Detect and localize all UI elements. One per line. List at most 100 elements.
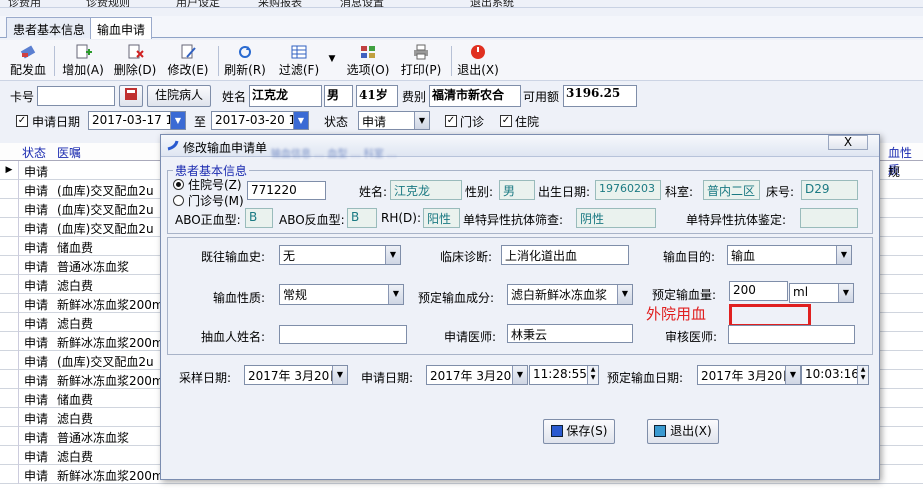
outpatient-checkbox[interactable]: ✓ [445, 115, 457, 127]
patient-number-input[interactable]: 771220 [247, 181, 326, 200]
name-label: 姓名: [359, 185, 388, 199]
column-order-header[interactable]: 医嘱 [57, 144, 81, 161]
abo-reverse-label: ABO反血型: [279, 213, 345, 227]
status-select[interactable]: 申请 ▼ [358, 111, 430, 130]
date-filter-row: ✓ 申请日期 2017-03-17 13 ▼ 至 2017-03-20 13 ▼ 状… [0, 110, 923, 132]
spinner-arrows-icon[interactable]: ▲ ▼ [857, 366, 868, 384]
diagnosis-label: 临床诊断: [440, 250, 493, 264]
inpatient-checkbox[interactable]: ✓ [500, 115, 512, 127]
row-status: 申请 [24, 241, 49, 255]
outpatient-no-radio[interactable] [173, 195, 184, 206]
spinner-arrows-icon[interactable]: ▲ ▼ [587, 366, 598, 384]
apply-date-picker[interactable]: 2017年 3月20日 ▼ [426, 365, 528, 385]
tab-transfusion-request[interactable]: 输血申请 [90, 17, 153, 39]
save-button[interactable]: 保存(S) [543, 419, 615, 444]
column-status-header[interactable]: 状态 [22, 144, 46, 161]
row-status: 申请 [24, 374, 49, 388]
tab-patient-info[interactable]: 患者基本信息 [6, 17, 93, 38]
apply-time-spinner[interactable]: 11:28:55 ▲ ▼ [529, 365, 599, 385]
dropdown-arrow-icon[interactable]: ▼ [388, 285, 403, 304]
row-order-name: 滤白费 [57, 412, 94, 426]
history-label: 既往输血史: [201, 250, 266, 264]
exit-button[interactable]: 退出(X) [456, 42, 500, 79]
row-status: 申请 [24, 165, 49, 179]
row-status: 申请 [24, 469, 49, 483]
drawer-input[interactable] [279, 325, 407, 344]
patient-age-field: 41岁 [356, 85, 398, 107]
purpose-label: 输血目的: [663, 250, 716, 264]
row-order-name: (血库)交叉配血2u [57, 355, 154, 369]
filter-grid-icon [291, 45, 307, 59]
inpatient-no-radio[interactable] [173, 179, 184, 190]
menu-item[interactable]: 用户设定 [176, 0, 220, 7]
plan-date-picker[interactable]: 2017年 3月20日 ▼ [697, 365, 801, 385]
apply-date-checkbox[interactable]: ✓ [16, 115, 28, 127]
rh-field: 阳性 [423, 208, 460, 228]
refresh-button[interactable]: 刷新(R) [222, 42, 268, 79]
component-select[interactable]: 滤白新鲜冰冻血浆 ▼ [507, 284, 633, 305]
nature-select[interactable]: 常规 ▼ [279, 284, 404, 305]
reviewer-input[interactable] [728, 325, 855, 344]
menu-item[interactable]: 诊费用 [8, 0, 41, 7]
row-indicator [0, 294, 19, 313]
dropdown-arrow-icon[interactable]: ▼ [838, 284, 853, 302]
unit-select[interactable]: ml ▼ [789, 283, 854, 303]
purpose-select[interactable]: 输血 ▼ [727, 245, 852, 265]
menu-item[interactable]: 退出系统 [470, 0, 514, 7]
filter-dropdown-arrow[interactable]: ▼ [326, 42, 338, 79]
sample-date-picker[interactable]: 2017年 3月20日 ▼ [244, 365, 348, 385]
row-order-name: 新鲜冰冻血浆200ml [57, 374, 162, 388]
close-button[interactable]: X [828, 135, 868, 150]
dropdown-arrow-icon[interactable]: ▼ [836, 246, 851, 264]
print-button[interactable]: 打印(P) [397, 42, 445, 79]
amount-label: 预定输血量: [652, 288, 717, 302]
name-label: 姓名 [222, 90, 247, 104]
row-indicator [0, 275, 19, 294]
row-indicator [0, 180, 19, 199]
filter-button[interactable]: 过滤(F) [275, 42, 323, 79]
date-to-picker[interactable]: 2017-03-20 13 ▼ [211, 111, 309, 130]
row-order-name: 滤白费 [57, 317, 94, 331]
row-order-name: 滤白费 [57, 450, 94, 464]
dialog-exit-button[interactable]: 退出(X) [647, 419, 719, 444]
dropdown-arrow-icon[interactable]: ▼ [785, 366, 800, 384]
blurred-background-text: 输血信息 … 血型 … 科室 … [271, 149, 397, 160]
row-status: 申请 [24, 317, 49, 331]
diagnosis-input[interactable]: 上消化道出血 [501, 245, 629, 265]
menu-item[interactable]: 诊费规则 [86, 0, 130, 7]
dropdown-arrow-icon[interactable]: ▼ [293, 112, 308, 129]
card-number-input[interactable] [37, 86, 115, 106]
status-label: 状态 [324, 115, 349, 129]
card-reader-button[interactable] [119, 85, 143, 107]
row-order-name: 新鲜冰冻血浆200ml [57, 298, 162, 312]
rh-label: RH(D): [381, 211, 422, 225]
row-order-name: 新鲜冰冻血浆200ml [57, 469, 162, 483]
plan-time-spinner[interactable]: 10:03:16 ▲ ▼ [801, 365, 869, 385]
dropdown-arrow-icon[interactable]: ▼ [332, 366, 347, 384]
options-button[interactable]: 选项(O) [344, 42, 392, 79]
doctor-input[interactable]: 林秉云 [507, 324, 633, 343]
dropdown-arrow-icon[interactable]: ▼ [617, 285, 632, 304]
history-select[interactable]: 无 ▼ [279, 245, 401, 265]
edit-button[interactable]: 修改(E) [165, 42, 211, 79]
row-indicator: ▶ [0, 161, 19, 180]
options-grid-icon [361, 46, 375, 58]
card-reader-icon [125, 88, 137, 100]
dispense-blood-button[interactable]: 配发血 [8, 42, 48, 79]
antibody-screen-field: 阴性 [576, 208, 656, 228]
menu-item[interactable]: 采购报表 [258, 0, 302, 7]
dropdown-arrow-icon[interactable]: ▼ [512, 366, 527, 384]
add-button[interactable]: 增加(A) [60, 42, 106, 79]
dropdown-arrow-icon[interactable]: ▼ [385, 246, 400, 264]
bed-field: D29 [801, 180, 858, 200]
inpatient-button[interactable]: 住院病人 [147, 85, 211, 107]
delete-button[interactable]: 删除(D) [112, 42, 158, 79]
dropdown-arrow-icon[interactable]: ▼ [414, 112, 429, 129]
menu-item[interactable]: 消息设置 [340, 0, 384, 7]
row-indicator [0, 389, 19, 408]
dropdown-arrow-icon[interactable]: ▼ [170, 112, 185, 129]
amount-input[interactable]: 200 [729, 281, 788, 301]
inpatient-no-label: 住院号(Z) [188, 178, 242, 192]
date-from-picker[interactable]: 2017-03-17 13 ▼ [88, 111, 186, 130]
fee-type-field: 福清市新农合 [429, 85, 521, 107]
